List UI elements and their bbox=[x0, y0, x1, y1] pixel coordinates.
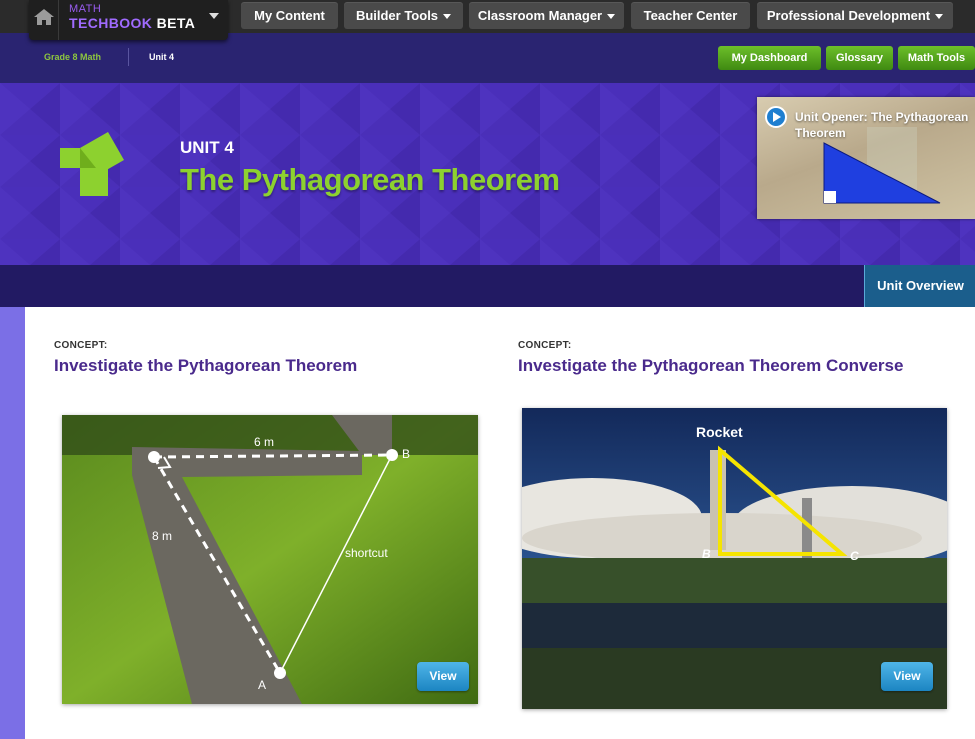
view-button[interactable]: View bbox=[417, 662, 469, 691]
breadcrumb-grade[interactable]: Grade 8 Math bbox=[44, 52, 101, 62]
nav-label: My Content bbox=[254, 8, 325, 23]
concept-title[interactable]: Investigate the Pythagorean Theorem Conv… bbox=[518, 356, 903, 376]
nav-label: Classroom Manager bbox=[477, 8, 603, 23]
concept-title[interactable]: Investigate the Pythagorean Theorem bbox=[54, 356, 357, 376]
nav-teacher-center[interactable]: Teacher Center bbox=[631, 2, 750, 29]
nav-professional-development[interactable]: Professional Development bbox=[757, 2, 953, 29]
concept-label: CONCEPT: bbox=[54, 340, 108, 351]
brand-techbook: TECHBOOK bbox=[69, 15, 153, 31]
path-shortcut-illustration bbox=[62, 415, 478, 704]
unit-title: The Pythagorean Theorem bbox=[180, 162, 560, 197]
tab-unit-overview[interactable]: Unit Overview bbox=[864, 265, 975, 307]
video-title: Unit Opener: The Pythagorean Theorem bbox=[795, 110, 969, 140]
nav-label: Professional Development bbox=[766, 8, 931, 23]
concept-thumbnail[interactable]: 6 m 8 m shortcut A B View bbox=[62, 415, 478, 704]
view-button[interactable]: View bbox=[881, 662, 933, 691]
brand-subject: MATH bbox=[69, 3, 102, 15]
glossary-button[interactable]: Glossary bbox=[826, 46, 893, 70]
left-accent-strip bbox=[0, 307, 25, 739]
label-point-b: B bbox=[702, 547, 711, 561]
unit-subnav bbox=[0, 265, 975, 307]
label-shortcut: shortcut bbox=[345, 546, 388, 560]
chevron-down-icon bbox=[443, 14, 452, 20]
label-6m: 6 m bbox=[254, 435, 275, 449]
nav-builder-tools[interactable]: Builder Tools bbox=[344, 2, 463, 29]
brand-beta: BETA bbox=[152, 15, 196, 31]
nav-my-content[interactable]: My Content bbox=[241, 2, 338, 29]
concept-label: CONCEPT: bbox=[518, 340, 572, 351]
chevron-down-icon bbox=[607, 14, 616, 20]
nav-label: Teacher Center bbox=[643, 8, 738, 23]
label-rocket: Rocket bbox=[696, 424, 743, 440]
nav-classroom-manager[interactable]: Classroom Manager bbox=[469, 2, 624, 29]
math-tools-button[interactable]: Math Tools bbox=[898, 46, 975, 70]
nav-label: Builder Tools bbox=[355, 8, 439, 23]
label-point-c: C bbox=[850, 549, 859, 563]
label-point-a: A bbox=[258, 678, 267, 692]
pythagorean-squares-logo bbox=[60, 132, 124, 196]
home-icon[interactable] bbox=[33, 8, 55, 26]
concept-thumbnail[interactable]: Rocket B C View bbox=[522, 408, 947, 709]
chevron-down-icon[interactable] bbox=[209, 13, 219, 19]
chevron-down-icon bbox=[935, 14, 944, 20]
breadcrumb-divider bbox=[128, 48, 129, 66]
unit-label: UNIT 4 bbox=[180, 138, 234, 157]
play-circle-icon[interactable] bbox=[765, 106, 787, 128]
brand-name: TECHBOOK BETA bbox=[69, 15, 195, 31]
label-8m: 8 m bbox=[152, 529, 173, 543]
techbook-brand-menu[interactable]: MATH TECHBOOK BETA bbox=[29, 0, 228, 40]
brand-divider bbox=[58, 0, 59, 40]
breadcrumb-unit[interactable]: Unit 4 bbox=[149, 52, 174, 62]
my-dashboard-button[interactable]: My Dashboard bbox=[718, 46, 821, 70]
label-point-b: B bbox=[402, 447, 411, 461]
unit-opener-video[interactable]: Unit Opener: The Pythagorean Theorem bbox=[757, 97, 975, 219]
